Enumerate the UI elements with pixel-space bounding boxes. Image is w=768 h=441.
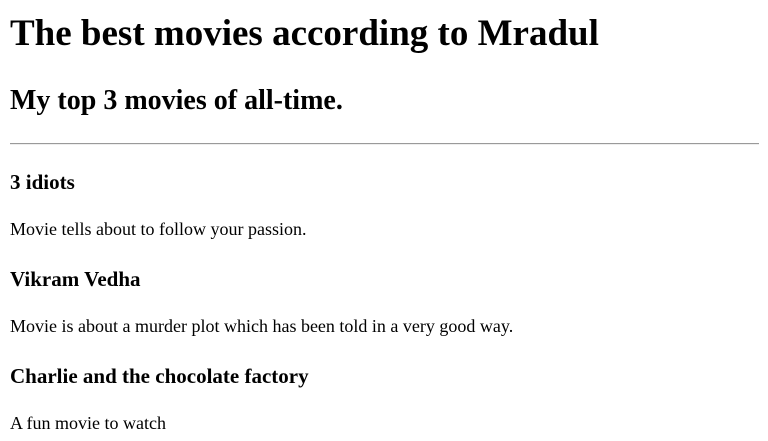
page-title: The best movies according to Mradul: [10, 13, 599, 54]
movie-title-3-idiots: 3 idiots: [10, 170, 75, 194]
movie-description-3-idiots: Movie tells about to follow your passion…: [10, 219, 307, 239]
movie-description-vikram-vedha: Movie is about a murder plot which has b…: [10, 316, 514, 336]
page-subtitle: My top 3 movies of all-time.: [10, 85, 343, 116]
movie-title-vikram-vedha: Vikram Vedha: [10, 267, 141, 291]
movie-title-charlie-chocolate-factory: Charlie and the chocolate factory: [10, 364, 309, 388]
movie-description-charlie-chocolate-factory: A fun movie to watch: [10, 413, 166, 433]
section-divider: [10, 143, 759, 145]
